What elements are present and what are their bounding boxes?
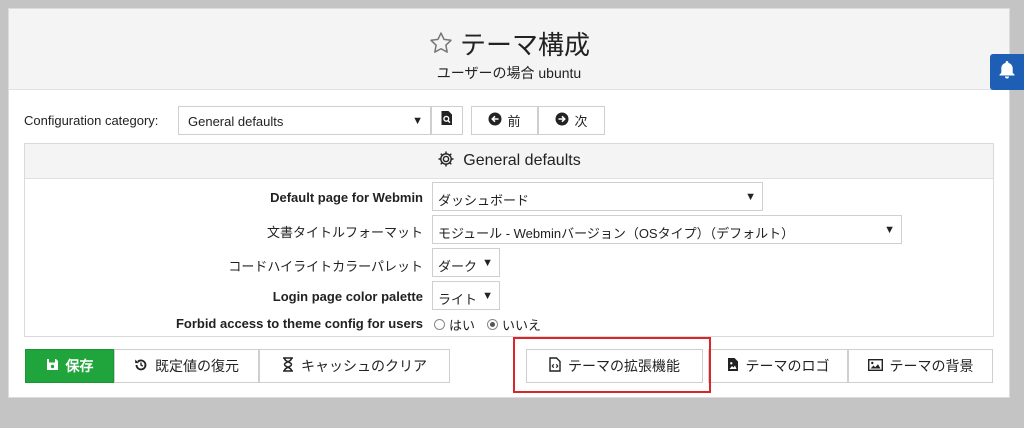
bell-icon: [998, 60, 1016, 85]
prev-button[interactable]: 前: [471, 106, 538, 135]
theme-background-button[interactable]: テーマの背景: [848, 349, 993, 383]
title-format-select[interactable]: モジュール - Webminバージョン（OSタイプ）（デフォルト） ▼: [432, 215, 902, 244]
next-button[interactable]: 次: [538, 106, 605, 135]
save-icon: [46, 358, 59, 374]
hourglass-icon: [282, 357, 294, 375]
title-row: テーマ構成: [9, 25, 1009, 61]
chevron-down-icon: ▼: [482, 290, 493, 302]
radio-no[interactable]: [487, 319, 499, 330]
theme-background-label: テーマの背景: [889, 358, 974, 374]
settings-section-header: General defaults: [25, 144, 993, 179]
forbid-access-label: Forbid access to theme config for users: [175, 316, 423, 331]
radio-yes[interactable]: [434, 319, 445, 330]
chevron-down-icon: ▼: [745, 191, 756, 203]
settings-table: General defaults Default page for Webmin…: [24, 143, 994, 337]
chevron-down-icon: ▼: [482, 257, 493, 269]
forbid-access-radio-group: はい いいえ: [434, 315, 541, 334]
chevron-down-icon: ▼: [412, 115, 423, 127]
title-format-value: モジュール - Webminバージョン（OSタイプ）（デフォルト）: [438, 226, 795, 241]
default-page-label: Default page for Webmin: [270, 190, 423, 205]
theme-extensions-label: テーマの拡張機能: [568, 358, 680, 374]
theme-extensions-button[interactable]: テーマの拡張機能: [526, 349, 703, 383]
settings-section-title: General defaults: [463, 152, 581, 169]
code-highlight-label: コードハイライトカラーパレット: [228, 259, 423, 274]
login-palette-value: ライト: [438, 292, 478, 307]
next-label: 次: [574, 114, 588, 129]
page-subtitle: ユーザーの場合 ubuntu: [436, 65, 582, 81]
radio-no-label: いいえ: [502, 318, 542, 333]
image-icon: [867, 358, 883, 374]
category-label: Configuration category:: [24, 113, 159, 128]
code-highlight-select[interactable]: ダーク ▼: [432, 248, 500, 277]
clear-cache-label: キャッシュのクリア: [301, 358, 427, 374]
radio-yes-label: はい: [449, 318, 476, 333]
clear-cache-button[interactable]: キャッシュのクリア: [259, 349, 450, 383]
title-format-label: 文書タイトルフォーマット: [266, 225, 423, 240]
gear-icon: [437, 150, 455, 173]
file-code-icon: [549, 357, 561, 375]
save-button[interactable]: 保存: [25, 349, 114, 383]
theme-logo-button[interactable]: テーマのロゴ: [708, 349, 848, 383]
notifications-button[interactable]: [990, 54, 1024, 90]
default-page-value: ダッシュボード: [438, 193, 530, 208]
restore-label: 既定値の復元: [155, 358, 239, 374]
chevron-down-icon: ▼: [884, 224, 895, 236]
star-icon[interactable]: [428, 30, 454, 56]
arrow-right-circle-icon: [555, 112, 569, 129]
category-select-value: General defaults: [188, 114, 284, 129]
arrow-left-circle-icon: [488, 112, 502, 129]
code-highlight-value: ダーク: [438, 259, 478, 274]
default-page-select[interactable]: ダッシュボード ▼: [432, 182, 763, 211]
theme-logo-label: テーマのロゴ: [745, 358, 830, 374]
page-header: テーマ構成 ユーザーの場合 ubuntu: [9, 9, 1009, 90]
login-palette-label: Login page color palette: [272, 289, 423, 304]
restore-defaults-button[interactable]: 既定値の復元: [114, 349, 259, 383]
login-palette-select[interactable]: ライト ▼: [432, 281, 500, 310]
restore-icon: [134, 358, 148, 375]
image-file-icon: [727, 357, 739, 375]
category-search-button[interactable]: [431, 106, 463, 135]
save-label: 保存: [65, 358, 94, 374]
category-select[interactable]: General defaults ▼: [178, 106, 431, 135]
page-title: テーマ構成: [459, 29, 590, 60]
search-icon: [440, 110, 454, 131]
prev-label: 前: [507, 114, 521, 129]
